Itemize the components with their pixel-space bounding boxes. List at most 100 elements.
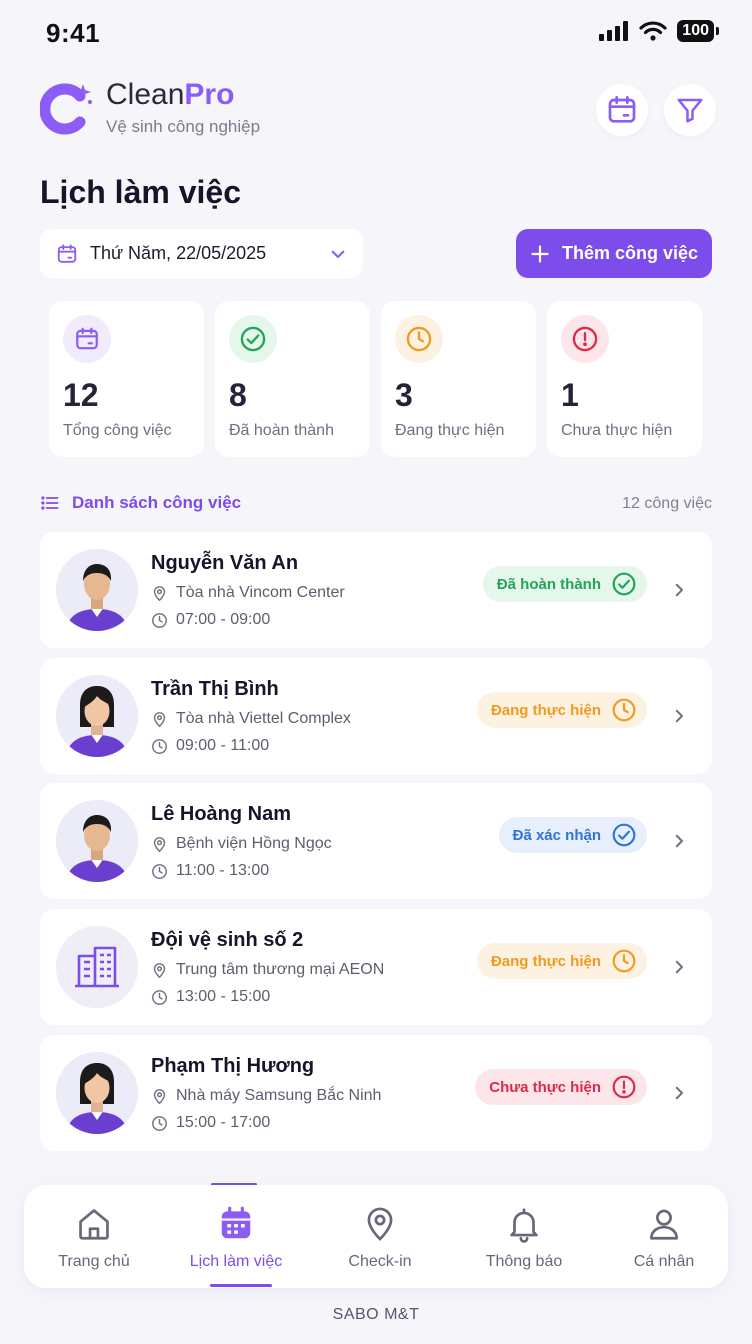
map-pin-icon [367, 1207, 393, 1241]
task-card[interactable]: Đội vệ sinh số 2 Trung tâm thương mại AEO… [40, 909, 712, 1025]
task-assignee-name: Lê Hoàng Nam [151, 803, 292, 825]
calendar-button[interactable] [596, 84, 648, 136]
stat-label: Đang thực hiện [395, 422, 505, 439]
signal-icon [599, 21, 629, 41]
task-location-row: Nhà máy Samsung Bắc Ninh [151, 1087, 381, 1105]
nav-item-notifications[interactable]: Thông báo [454, 1205, 594, 1271]
wifi-icon [639, 21, 667, 41]
clock-icon [152, 738, 167, 754]
stat-label: Đã hoàn thành [229, 422, 334, 439]
stat-card-completed: 8 Đã hoàn thành [215, 301, 370, 457]
task-location-row: Bệnh viện Hồng Ngọc [151, 835, 332, 853]
task-assignee-name: Phạm Thị Hương [151, 1055, 315, 1077]
date-selector[interactable]: Thứ Năm, 22/05/2025 [40, 229, 363, 278]
task-card[interactable]: Phạm Thị Hương Nhà máy Samsung Bắc Ninh 15… [40, 1035, 712, 1151]
task-time-row: 09:00 - 11:00 [151, 737, 269, 755]
task-assignee-name: Đội vệ sinh số 2 [151, 929, 304, 951]
task-location: Nhà máy Samsung Bắc Ninh [176, 1087, 382, 1104]
clock-icon [395, 315, 443, 363]
calendar-icon [608, 96, 636, 123]
nav-item-home[interactable]: Trang chủ [24, 1205, 164, 1271]
calendar-icon [57, 243, 77, 263]
filter-button[interactable] [664, 84, 716, 136]
task-location-row: Tòa nhà Viettel Complex [151, 710, 351, 728]
stat-value: 1 [561, 377, 579, 413]
status-time: 9:41 [46, 18, 101, 48]
clock-icon [152, 989, 167, 1005]
status-badge: Đang thực hiện [476, 692, 647, 728]
task-time-row: 07:00 - 09:00 [151, 611, 270, 629]
map-pin-icon [153, 836, 166, 852]
chevron-right-icon[interactable] [670, 1082, 688, 1104]
task-time-row: 11:00 - 13:00 [151, 862, 269, 880]
stat-value: 8 [229, 377, 247, 413]
task-location: Tòa nhà Vincom Center [176, 584, 345, 601]
stat-value: 12 [63, 377, 99, 413]
task-location: Tòa nhà Viettel Complex [176, 710, 351, 727]
task-card[interactable]: Nguyễn Văn An Tòa nhà Vincom Center 07:00 … [40, 532, 712, 648]
calendar-icon [63, 315, 111, 363]
task-assignee-name: Trần Thị Bình [151, 678, 279, 700]
task-location-row: Tòa nhà Vincom Center [151, 584, 345, 602]
alert-circle-icon [612, 1075, 636, 1099]
brand-subtitle: Vệ sinh công nghiệp [106, 117, 261, 136]
chevron-right-icon[interactable] [670, 830, 688, 852]
check-circle-icon [612, 572, 636, 596]
map-pin-icon [153, 711, 166, 727]
nav-item-check-in[interactable]: Check-in [310, 1205, 450, 1271]
task-time: 09:00 - 11:00 [176, 737, 270, 754]
chevron-right-icon[interactable] [670, 579, 688, 601]
chevron-right-icon[interactable] [670, 956, 688, 978]
bottom-navigation: Trang chủ Lịch làm việc Check-in Thông b… [24, 1185, 728, 1288]
status-icons: 100 [599, 20, 719, 42]
task-time: 15:00 - 17:00 [176, 1114, 271, 1131]
stat-card-in-progress: 3 Đang thực hiện [381, 301, 536, 457]
add-task-button[interactable]: Thêm công việc [516, 229, 712, 278]
active-tab-indicator [210, 1284, 272, 1287]
clock-icon [152, 612, 167, 628]
nav-item-profile[interactable]: Cá nhân [594, 1205, 734, 1271]
clock-icon [152, 863, 167, 879]
battery-indicator: 100 [677, 20, 719, 42]
date-value: Thứ Năm, 22/05/2025 [90, 243, 267, 263]
task-time: 13:00 - 15:00 [176, 988, 271, 1005]
check-circle-icon [612, 823, 636, 847]
status-badge: Đang thực hiện [476, 943, 647, 979]
plus-icon [531, 244, 549, 263]
male-staff-avatar [56, 549, 138, 631]
task-assignee-name: Nguyễn Văn An [151, 552, 299, 574]
stat-label: Tổng công việc [63, 422, 172, 439]
female-staff-avatar [56, 675, 138, 757]
clock-icon [612, 698, 636, 722]
task-list-heading: Danh sách công việc [40, 493, 241, 513]
task-location-row: Trung tâm thương mại AEON [151, 961, 384, 979]
task-time-row: 13:00 - 15:00 [151, 988, 270, 1006]
calendar-icon [221, 1206, 251, 1239]
chevron-down-icon [331, 250, 345, 258]
stat-label: Chưa thực hiện [561, 422, 673, 439]
male-staff-avatar [56, 800, 138, 882]
map-pin-icon [153, 585, 166, 601]
stat-card-not-started: 1 Chưa thực hiện [547, 301, 702, 457]
task-card[interactable]: Trần Thị Bình Tòa nhà Viettel Complex 09:0… [40, 658, 712, 774]
home-icon [79, 1209, 109, 1240]
filter-icon [677, 98, 703, 123]
status-badge: Chưa thực hiện [475, 1069, 647, 1105]
stat-card-total: 12 Tổng công việc [49, 301, 204, 457]
check-circle-icon [229, 315, 277, 363]
nav-item-schedule[interactable]: Lịch làm việc [166, 1205, 306, 1271]
bell-icon [510, 1208, 538, 1243]
add-task-label: Thêm công việc [561, 243, 699, 263]
task-time: 07:00 - 09:00 [176, 611, 271, 628]
chevron-right-icon[interactable] [670, 705, 688, 727]
clock-icon [152, 1115, 167, 1131]
page-title: Lịch làm việc [40, 174, 241, 210]
task-card[interactable]: Lê Hoàng Nam Bệnh viện Hồng Ngọc 11:00 - 1… [40, 783, 712, 899]
task-location: Bệnh viện Hồng Ngọc [176, 835, 332, 852]
task-time: 11:00 - 13:00 [176, 862, 270, 879]
stat-value: 3 [395, 377, 413, 413]
map-pin-icon [153, 1088, 166, 1104]
list-icon [41, 496, 59, 510]
female-staff-avatar [56, 1052, 138, 1134]
cleanpro-logo-icon [40, 83, 92, 135]
